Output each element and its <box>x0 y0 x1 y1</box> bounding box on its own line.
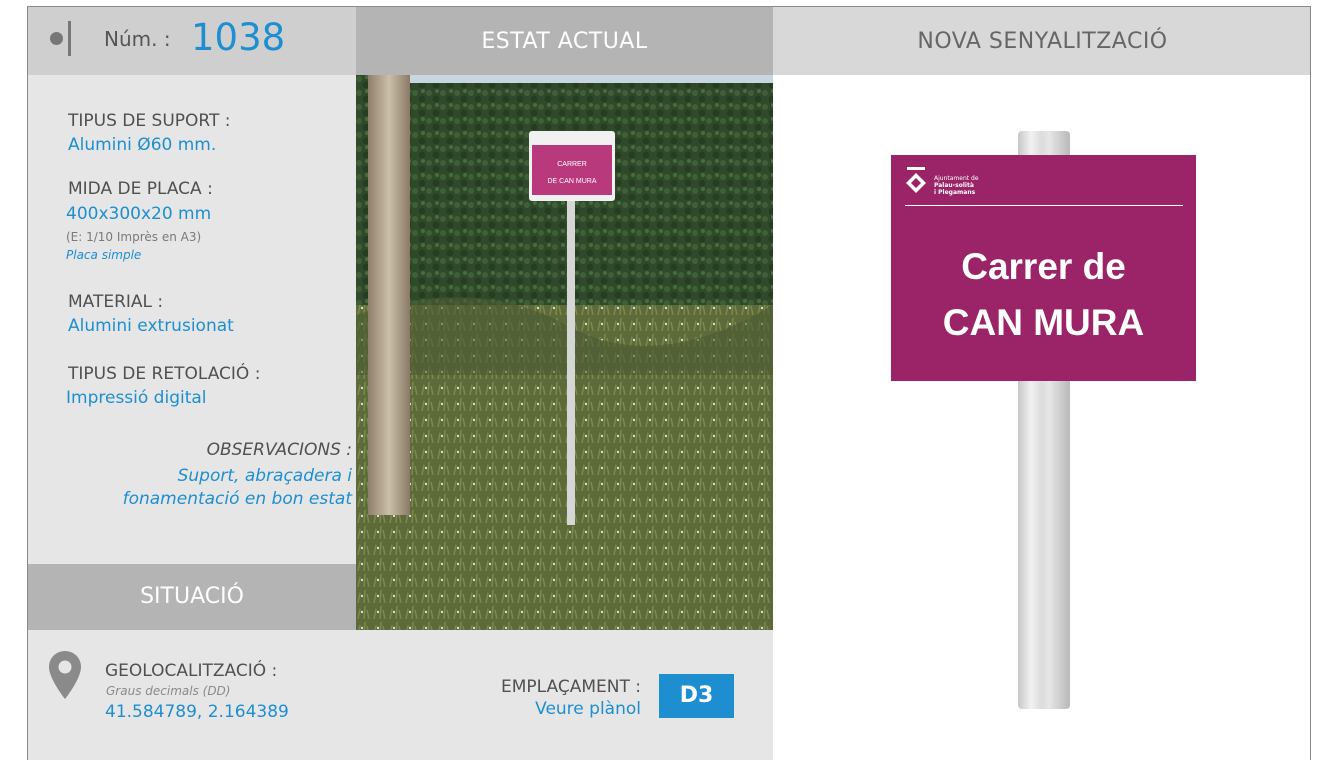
photo-sign-line-1: CARRER <box>557 161 587 168</box>
geolocation-format: Graus decimals (DD) <box>106 684 231 698</box>
support-type-value: Alumini Ø60 mm. <box>68 135 217 155</box>
current-state-header: ESTAT ACTUAL <box>356 7 773 75</box>
observations-line-1: Suport, abraçadera i <box>177 466 352 486</box>
photo-illustration: CARRER DE CAN MURA <box>356 75 773 630</box>
number-header: Núm. : 1038 <box>28 7 356 75</box>
geolocation-label: GEOLOCALITZACIÓ : <box>105 661 278 681</box>
geolocation-value: 41.584789, 2.164389 <box>105 702 289 722</box>
plate-type: Placa simple <box>66 248 142 262</box>
sign-org-line-3: i Plegamans <box>934 189 976 196</box>
placement-value: Veure plànol <box>535 699 641 719</box>
plate-size-label: MIDA DE PLACA : <box>68 179 213 199</box>
bar-icon <box>68 21 71 56</box>
municipal-crest-icon <box>906 167 926 193</box>
material-value: Alumini extrusionat <box>68 316 234 336</box>
current-state-photo: CARRER DE CAN MURA <box>356 75 773 630</box>
sign-title-line-1: Carrer de <box>961 246 1126 287</box>
plate-scale-note: (E: 1/10 Imprès en A3) <box>66 230 202 244</box>
new-signage-header: NOVA SENYALITZACIÓ <box>773 7 1310 75</box>
location-header: SITUACIÓ <box>28 564 356 630</box>
dot-icon <box>50 32 63 45</box>
photo-sign-line-2: DE CAN MURA <box>547 178 596 185</box>
sign-org-line-1: Ajuntament de <box>934 175 979 182</box>
sign-org-line-2: Palau-solità <box>934 182 974 189</box>
support-type-label: TIPUS DE SUPORT : <box>68 111 231 131</box>
plate-size-value: 400x300x20 mm <box>66 204 212 224</box>
placement-code-badge: D3 <box>659 674 734 718</box>
lettering-type-value: Impressió digital <box>66 388 207 408</box>
lettering-type-label: TIPUS DE RETOLACIÓ : <box>68 364 261 384</box>
placement-label: EMPLAÇAMENT : <box>501 677 641 697</box>
number-label: Núm. : <box>104 27 171 51</box>
material-label: MATERIAL : <box>68 292 164 312</box>
number-value: 1038 <box>191 16 286 59</box>
signage-sheet: Núm. : 1038 ESTAT ACTUAL NOVA SENYALITZA… <box>27 6 1311 760</box>
sign-divider <box>905 205 1183 206</box>
observations-label: OBSERVACIONS : <box>206 440 352 460</box>
location-pin-icon <box>49 651 81 699</box>
observations-line-2: fonamentació en bon estat <box>122 489 352 509</box>
sign-title-line-2: CAN MURA <box>942 302 1145 343</box>
new-sign-plate: Ajuntament de Palau-solità i Plegamans C… <box>891 155 1196 381</box>
